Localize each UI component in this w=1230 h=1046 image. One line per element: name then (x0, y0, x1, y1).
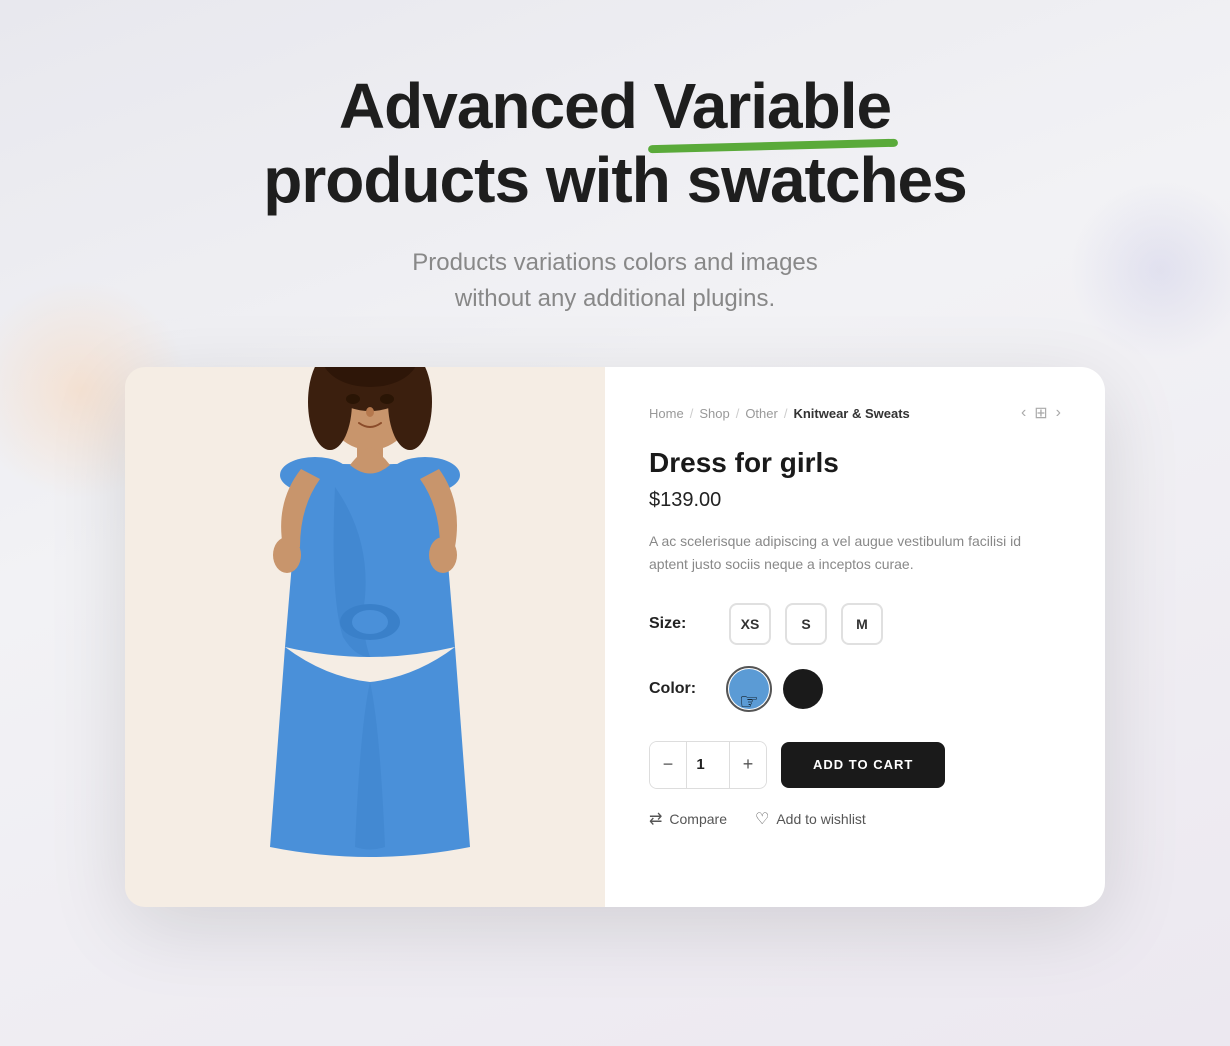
subtitle: Products variations colors and images wi… (263, 245, 966, 317)
compare-label: Compare (669, 811, 727, 827)
bottom-actions: ⇄ Compare ♡ Add to wishlist (649, 809, 1061, 829)
breadcrumb-sep1: / (690, 406, 694, 421)
color-label: Color: (649, 680, 709, 698)
product-description: A ac scelerisque adipiscing a vel augue … (649, 530, 1061, 575)
model-figure (125, 367, 605, 907)
hero-background: Advanced Variable products with swatches… (0, 0, 1230, 1046)
grid-view-icon[interactable]: ⊞ (1034, 403, 1047, 423)
next-product-icon[interactable]: › (1056, 404, 1061, 422)
bg-decoration-right (1070, 180, 1230, 360)
breadcrumb-home[interactable]: Home (649, 406, 684, 421)
product-nav: ‹ ⊞ › (1021, 403, 1061, 423)
quantity-control: − + (649, 741, 767, 789)
size-row: Size: XS S M (649, 603, 1061, 645)
wishlist-label: Add to wishlist (776, 811, 865, 827)
qty-increase-button[interactable]: + (730, 742, 766, 788)
compare-link[interactable]: ⇄ Compare (649, 809, 727, 829)
subtitle-line1: Products variations colors and images (412, 249, 818, 276)
title-highlight: Variable (654, 70, 892, 144)
breadcrumb-sep3: / (784, 406, 788, 421)
cursor-hand-icon: ☞ (739, 689, 759, 715)
product-info: Home / Shop / Other / Knitwear & Sweats … (605, 367, 1105, 907)
subtitle-line2: without any additional plugins. (455, 285, 775, 312)
size-xs[interactable]: XS (729, 603, 771, 645)
qty-input[interactable] (686, 742, 730, 788)
product-card: Home / Shop / Other / Knitwear & Sweats … (125, 367, 1105, 907)
qty-decrease-button[interactable]: − (650, 742, 686, 788)
breadcrumb-shop[interactable]: Shop (699, 406, 729, 421)
product-image-area (125, 367, 605, 907)
breadcrumb: Home / Shop / Other / Knitwear & Sweats … (649, 403, 1061, 423)
product-card-container: Home / Shop / Other / Knitwear & Sweats … (125, 367, 1105, 907)
size-m[interactable]: M (841, 603, 883, 645)
title-part1: Advanced (339, 70, 654, 142)
compare-icon: ⇄ (649, 809, 662, 829)
heart-icon: ♡ (755, 809, 769, 829)
cart-row: − + ADD TO CART (649, 741, 1061, 789)
size-options: XS S M (729, 603, 883, 645)
product-price: $139.00 (649, 489, 1061, 512)
breadcrumb-other[interactable]: Other (745, 406, 778, 421)
title-part2: products with swatches (263, 144, 966, 216)
model-svg (175, 367, 555, 907)
color-options: ☞ (729, 669, 823, 709)
color-row: Color: ☞ (649, 669, 1061, 709)
size-s[interactable]: S (785, 603, 827, 645)
color-swatch-black[interactable] (783, 669, 823, 709)
wishlist-link[interactable]: ♡ Add to wishlist (755, 809, 866, 829)
breadcrumb-sep2: / (736, 406, 740, 421)
header-section: Advanced Variable products with swatches… (263, 0, 966, 347)
prev-product-icon[interactable]: ‹ (1021, 404, 1026, 422)
breadcrumb-current[interactable]: Knitwear & Sweats (793, 406, 909, 421)
size-label: Size: (649, 615, 709, 633)
main-title: Advanced Variable products with swatches (263, 70, 966, 217)
color-swatch-blue[interactable]: ☞ (729, 669, 769, 709)
add-to-cart-button[interactable]: ADD TO CART (781, 742, 945, 788)
product-title: Dress for girls (649, 447, 1061, 479)
